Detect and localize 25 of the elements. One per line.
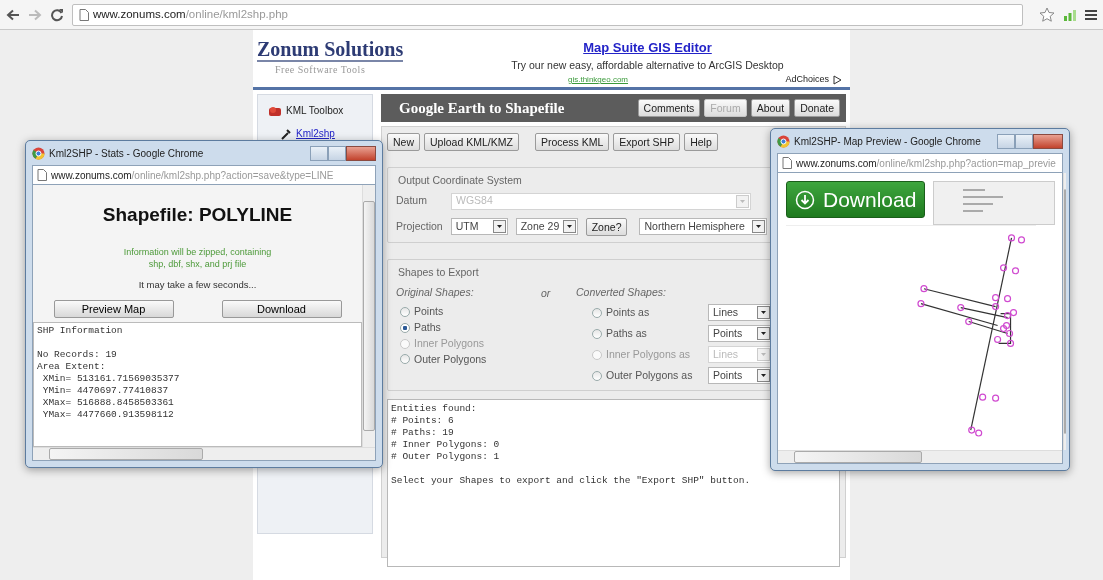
window-title: Kml2SHP - Stats - Google Chrome: [49, 146, 204, 161]
radio-label: Points as: [606, 304, 651, 320]
or-text: or: [541, 286, 551, 299]
url-text: www.zonums.com/online/kml2shp.php: [93, 6, 288, 22]
radio-label: Points: [414, 304, 444, 320]
radio-label: Paths as: [606, 325, 648, 341]
field-label: Projection: [396, 218, 443, 234]
fieldset-legend: Output Coordinate System: [396, 173, 524, 189]
radio-label: Outer Polygons as: [606, 367, 694, 383]
radio-label: Inner Polygons: [414, 335, 485, 351]
radio-label: Inner Polygons as: [606, 346, 692, 362]
field-label: Datum: [396, 193, 428, 209]
column-heading: Original Shapes:: [396, 284, 475, 300]
window-title: Kml2SHP- Map Preview - Google Chrome: [794, 134, 981, 149]
radio-label: Outer Polygons: [414, 351, 487, 367]
url-text: www.zonums.com/online/kml2shp.php?action=map_previe: [796, 156, 1056, 171]
info-text: Information will be zipped, containing shp, dbf, shx, and prj file: [123, 245, 272, 270]
note-text: It may take a few seconds...: [138, 277, 257, 292]
radio-label: Paths: [414, 320, 441, 335]
tagline: Free Software Tools: [274, 63, 367, 77]
page-heading: Shapefile: POLYLINE: [102, 203, 293, 227]
tool-title: Google Earth to Shapefile: [399, 98, 565, 118]
column-heading: Converted Shapes:: [576, 284, 667, 300]
ad-text: Try our new easy, affordable alternative to ArcGIS Desktop: [510, 57, 785, 73]
url-text: www.zonums.com/online/kml2shp.php?action=save&type=LINE: [51, 168, 334, 183]
